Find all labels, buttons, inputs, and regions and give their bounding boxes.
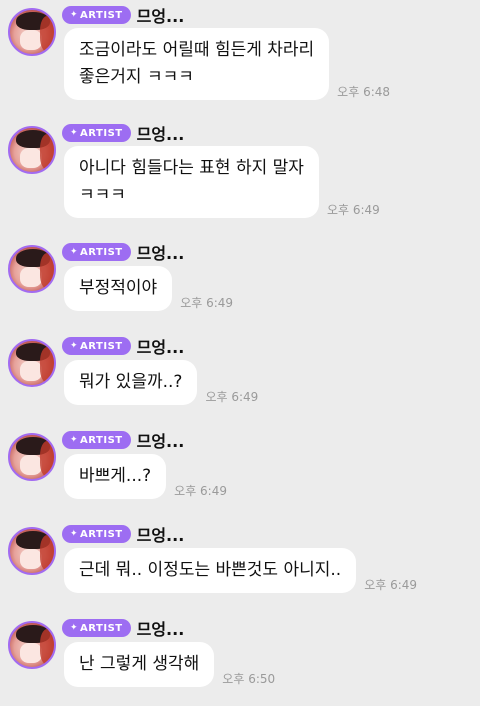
artist-badge-label: ARTIST [80, 246, 123, 258]
bubble-row: 바쁘게...? 오후 6:49 [64, 454, 227, 499]
artist-badge: ✦ ARTIST [62, 619, 131, 637]
avatar[interactable] [8, 621, 56, 669]
avatar[interactable] [8, 527, 56, 575]
chat-log: ✦ ARTIST 므엉... 조금이라도 어릴때 힘든게 차라리 좋은거지 ㅋㅋㅋ… [0, 0, 480, 706]
message-bubble[interactable]: 근데 뭐.. 이정도는 바쁜것도 아니지.. [64, 548, 357, 593]
message-time: 오후 6:49 [326, 203, 380, 217]
avatar[interactable] [8, 245, 56, 293]
star-icon: ✦ [70, 623, 79, 633]
bubble-row: 아니다 힘들다는 표현 하지 말자 ㅋㅋㅋ 오후 6:49 [64, 146, 380, 218]
message-bubble[interactable]: 부정적이야 [64, 266, 173, 311]
star-icon: ✦ [70, 529, 79, 539]
message-bubble[interactable]: 뭐가 있을까..? [64, 360, 198, 405]
name-row: ✦ ARTIST 므엉... [62, 429, 184, 451]
message-bubble[interactable]: 조금이라도 어릴때 힘든게 차라리 좋은거지 ㅋㅋㅋ [64, 28, 330, 100]
sender-name[interactable]: 므엉... [137, 240, 185, 264]
avatar[interactable] [8, 126, 56, 174]
artist-badge-label: ARTIST [80, 9, 123, 21]
artist-badge-label: ARTIST [80, 528, 123, 540]
avatar[interactable] [8, 339, 56, 387]
bubble-row: 부정적이야 오후 6:49 [64, 266, 233, 311]
star-icon: ✦ [70, 128, 79, 138]
message-bubble[interactable]: 아니다 힘들다는 표현 하지 말자 ㅋㅋㅋ [64, 146, 319, 218]
artist-badge: ✦ ARTIST [62, 6, 131, 24]
avatar[interactable] [8, 8, 56, 56]
name-row: ✦ ARTIST 므엉... [62, 523, 184, 545]
bubble-row: 조금이라도 어릴때 힘든게 차라리 좋은거지 ㅋㅋㅋ 오후 6:48 [64, 28, 390, 100]
message-time: 오후 6:48 [337, 85, 391, 99]
name-row: ✦ ARTIST 므엉... [62, 335, 184, 357]
artist-badge-label: ARTIST [80, 127, 123, 139]
artist-badge-label: ARTIST [80, 434, 123, 446]
message-bubble[interactable]: 난 그렇게 생각해 [64, 642, 215, 687]
name-row: ✦ ARTIST 므엉... [62, 617, 184, 639]
artist-badge: ✦ ARTIST [62, 337, 131, 355]
sender-name[interactable]: 므엉... [137, 121, 185, 145]
name-row: ✦ ARTIST 므엉... [62, 4, 184, 26]
message-time: 오후 6:50 [222, 672, 276, 686]
bubble-row: 난 그렇게 생각해 오후 6:50 [64, 642, 275, 687]
artist-badge: ✦ ARTIST [62, 243, 131, 261]
message-bubble[interactable]: 바쁘게...? [64, 454, 167, 499]
name-row: ✦ ARTIST 므엉... [62, 241, 184, 263]
sender-name[interactable]: 므엉... [137, 522, 185, 546]
sender-name[interactable]: 므엉... [137, 3, 185, 27]
artist-badge: ✦ ARTIST [62, 525, 131, 543]
bubble-row: 근데 뭐.. 이정도는 바쁜것도 아니지.. 오후 6:49 [64, 548, 417, 593]
avatar[interactable] [8, 433, 56, 481]
name-row: ✦ ARTIST 므엉... [62, 122, 184, 144]
artist-badge-label: ARTIST [80, 622, 123, 634]
message-time: 오후 6:49 [205, 390, 259, 404]
artist-badge-label: ARTIST [80, 340, 123, 352]
star-icon: ✦ [70, 10, 79, 20]
message-time: 오후 6:49 [180, 296, 234, 310]
message-time: 오후 6:49 [174, 484, 227, 498]
star-icon: ✦ [70, 341, 79, 351]
sender-name[interactable]: 므엉... [137, 334, 185, 358]
sender-name[interactable]: 므엉... [137, 428, 185, 452]
message-time: 오후 6:49 [364, 578, 418, 592]
star-icon: ✦ [70, 247, 79, 257]
artist-badge: ✦ ARTIST [62, 431, 131, 449]
star-icon: ✦ [70, 435, 79, 445]
sender-name[interactable]: 므엉... [137, 616, 185, 640]
bubble-row: 뭐가 있을까..? 오후 6:49 [64, 360, 258, 405]
artist-badge: ✦ ARTIST [62, 124, 131, 142]
